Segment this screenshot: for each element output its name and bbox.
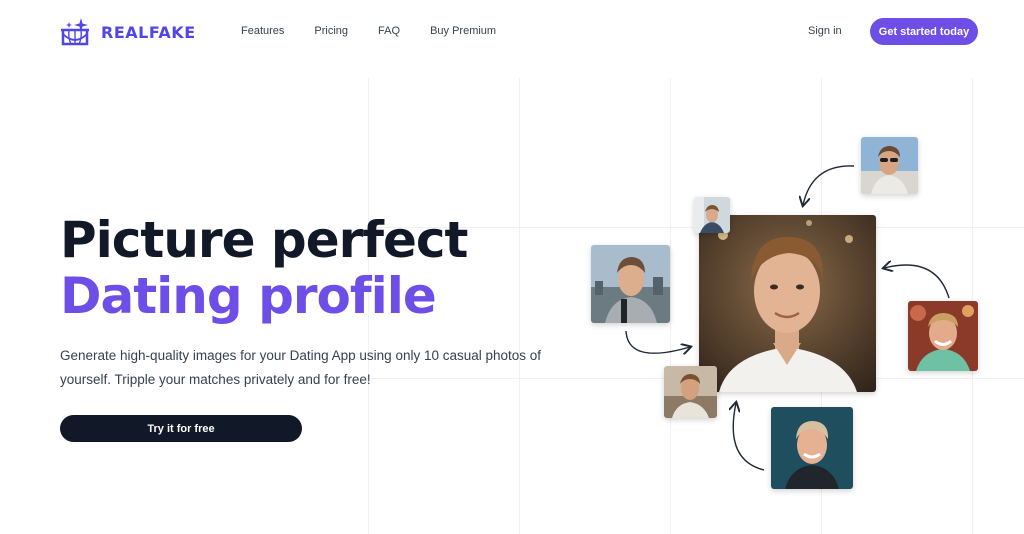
- nav-pricing[interactable]: Pricing: [314, 25, 348, 37]
- headline-line-2: Dating profile: [60, 267, 437, 325]
- nav-faq[interactable]: FAQ: [378, 25, 400, 37]
- logo[interactable]: REALFAKE: [59, 16, 196, 48]
- globe-sparkle-icon: [61, 18, 89, 46]
- sign-in-link[interactable]: Sign in: [808, 25, 842, 37]
- try-free-button[interactable]: Try it for free: [60, 415, 302, 442]
- sunset-selfie-photo: [664, 366, 717, 418]
- brand-name: REALFAKE: [101, 22, 196, 42]
- smiling-outdoor-portrait-photo: [908, 301, 978, 371]
- get-started-button[interactable]: Get started today: [870, 18, 978, 45]
- sunglasses-selfie-photo: [861, 137, 918, 194]
- main-nav: Features Pricing FAQ Buy Premium: [241, 25, 496, 37]
- nav-features[interactable]: Features: [241, 25, 284, 37]
- main-portrait-photo: [699, 215, 876, 392]
- site-header: REALFAKE Features Pricing FAQ Buy Premiu…: [0, 0, 1024, 64]
- hero-subtitle: Generate high-quality images for your Da…: [60, 348, 542, 387]
- hero-headline: Picture perfect Dating profile: [60, 211, 468, 325]
- skyline-selfie-photo: [591, 245, 670, 323]
- small-top-portrait-photo: [694, 197, 730, 233]
- headline-line-1: Picture perfect: [60, 211, 468, 269]
- teal-studio-portrait-photo: [771, 407, 853, 489]
- nav-buy-premium[interactable]: Buy Premium: [430, 25, 496, 37]
